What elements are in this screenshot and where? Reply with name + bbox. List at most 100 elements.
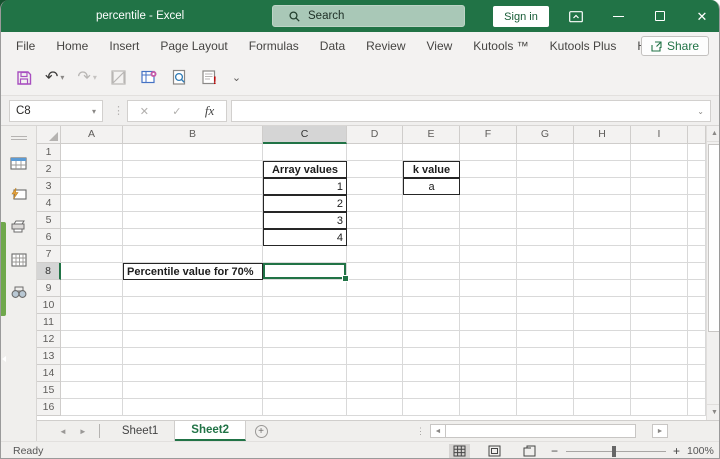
- row-header-15[interactable]: 15: [37, 382, 61, 399]
- cell-A1[interactable]: [61, 144, 123, 161]
- zoom-slider-handle[interactable]: [612, 446, 616, 457]
- cell-H12[interactable]: [574, 331, 631, 348]
- cell-F15[interactable]: [460, 382, 517, 399]
- cell-G2[interactable]: [517, 161, 574, 178]
- cell-G4[interactable]: [517, 195, 574, 212]
- column-header-A[interactable]: A: [61, 126, 123, 144]
- cell-F6[interactable]: [460, 229, 517, 246]
- cell-F3[interactable]: [460, 178, 517, 195]
- cell-F13[interactable]: [460, 348, 517, 365]
- enter-icon[interactable]: ✓: [172, 105, 181, 118]
- cell-I8[interactable]: [631, 263, 688, 280]
- cell-B2[interactable]: [123, 161, 263, 178]
- cell-E1[interactable]: [403, 144, 460, 161]
- cell-partial-4[interactable]: [688, 195, 706, 212]
- cell-E9[interactable]: [403, 280, 460, 297]
- cell-A9[interactable]: [61, 280, 123, 297]
- cell-I11[interactable]: [631, 314, 688, 331]
- cell-D10[interactable]: [347, 297, 403, 314]
- vertical-scroll-thumb[interactable]: [708, 144, 719, 332]
- cell-D15[interactable]: [347, 382, 403, 399]
- cell-E11[interactable]: [403, 314, 460, 331]
- cell-G7[interactable]: [517, 246, 574, 263]
- cell-A7[interactable]: [61, 246, 123, 263]
- cell-C13[interactable]: [263, 348, 347, 365]
- cell-C7[interactable]: [263, 246, 347, 263]
- cell-I4[interactable]: [631, 195, 688, 212]
- cell-C8[interactable]: [263, 263, 349, 282]
- cell-E8[interactable]: [403, 263, 460, 280]
- cell-A14[interactable]: [61, 365, 123, 382]
- column-list-icon[interactable]: [10, 252, 28, 270]
- form-alert-button[interactable]: !: [198, 67, 221, 88]
- cell-A10[interactable]: [61, 297, 123, 314]
- cell-H10[interactable]: [574, 297, 631, 314]
- cell-B16[interactable]: [123, 399, 263, 416]
- cell-B13[interactable]: [123, 348, 263, 365]
- cell-D2[interactable]: [347, 161, 403, 178]
- save-button[interactable]: [13, 68, 35, 88]
- row-header-11[interactable]: 11: [37, 314, 61, 331]
- tab-formulas[interactable]: Formulas: [249, 39, 299, 53]
- cell-partial-3[interactable]: [688, 178, 706, 195]
- cell-I9[interactable]: [631, 280, 688, 297]
- cell-partial-14[interactable]: [688, 365, 706, 382]
- cell-F9[interactable]: [460, 280, 517, 297]
- cell-G1[interactable]: [517, 144, 574, 161]
- cell-D13[interactable]: [347, 348, 403, 365]
- sheet-nav-left-icon[interactable]: ◄: [59, 427, 67, 436]
- cell-G11[interactable]: [517, 314, 574, 331]
- cell-E16[interactable]: [403, 399, 460, 416]
- cell-partial-8[interactable]: [688, 263, 706, 280]
- column-header-G[interactable]: G: [517, 126, 574, 144]
- cell-I3[interactable]: [631, 178, 688, 195]
- cell-F12[interactable]: [460, 331, 517, 348]
- cell-C16[interactable]: [263, 399, 347, 416]
- cell-D14[interactable]: [347, 365, 403, 382]
- row-header-6[interactable]: 6: [37, 229, 61, 246]
- tab-view[interactable]: View: [427, 39, 453, 53]
- cell-B8[interactable]: Percentile value for 70%: [123, 263, 263, 280]
- cell-D3[interactable]: [347, 178, 403, 195]
- column-header-I[interactable]: I: [631, 126, 688, 144]
- cell-A3[interactable]: [61, 178, 123, 195]
- select-all-corner[interactable]: [37, 126, 61, 144]
- row-header-5[interactable]: 5: [37, 212, 61, 229]
- snapshot-icon[interactable]: [10, 186, 28, 204]
- cell-E2[interactable]: k value: [403, 161, 460, 178]
- cell-I5[interactable]: [631, 212, 688, 229]
- cell-B3[interactable]: [123, 178, 263, 195]
- print-preview-button[interactable]: [168, 67, 191, 88]
- cell-B5[interactable]: [123, 212, 263, 229]
- cell-C2[interactable]: Array values: [263, 161, 347, 178]
- share-button[interactable]: Share: [640, 36, 709, 56]
- cell-F1[interactable]: [460, 144, 517, 161]
- formula-bar-expand-icon[interactable]: ⌄: [697, 107, 704, 116]
- row-header-1[interactable]: 1: [37, 144, 61, 161]
- zoom-level[interactable]: 100%: [687, 445, 714, 457]
- cell-partial-1[interactable]: [688, 144, 706, 161]
- cell-A4[interactable]: [61, 195, 123, 212]
- cell-G9[interactable]: [517, 280, 574, 297]
- cell-partial-5[interactable]: [688, 212, 706, 229]
- cell-A11[interactable]: [61, 314, 123, 331]
- cell-H5[interactable]: [574, 212, 631, 229]
- sidebar-handle[interactable]: [11, 134, 27, 140]
- cell-G3[interactable]: [517, 178, 574, 195]
- cell-G16[interactable]: [517, 399, 574, 416]
- cell-E7[interactable]: [403, 246, 460, 263]
- maximize-button[interactable]: [643, 0, 677, 32]
- cell-F7[interactable]: [460, 246, 517, 263]
- cell-C5[interactable]: 3: [263, 212, 347, 229]
- cell-H14[interactable]: [574, 365, 631, 382]
- page-break-view-button[interactable]: [519, 444, 540, 458]
- column-header-H[interactable]: H: [574, 126, 631, 144]
- row-header-13[interactable]: 13: [37, 348, 61, 365]
- printer-icon[interactable]: [10, 218, 28, 236]
- cell-H9[interactable]: [574, 280, 631, 297]
- name-box-dropdown-icon[interactable]: ▾: [92, 107, 96, 116]
- ribbon-display-options-button[interactable]: [559, 0, 593, 32]
- cell-H16[interactable]: [574, 399, 631, 416]
- cell-C4[interactable]: 2: [263, 195, 347, 212]
- cell-F8[interactable]: [460, 263, 517, 280]
